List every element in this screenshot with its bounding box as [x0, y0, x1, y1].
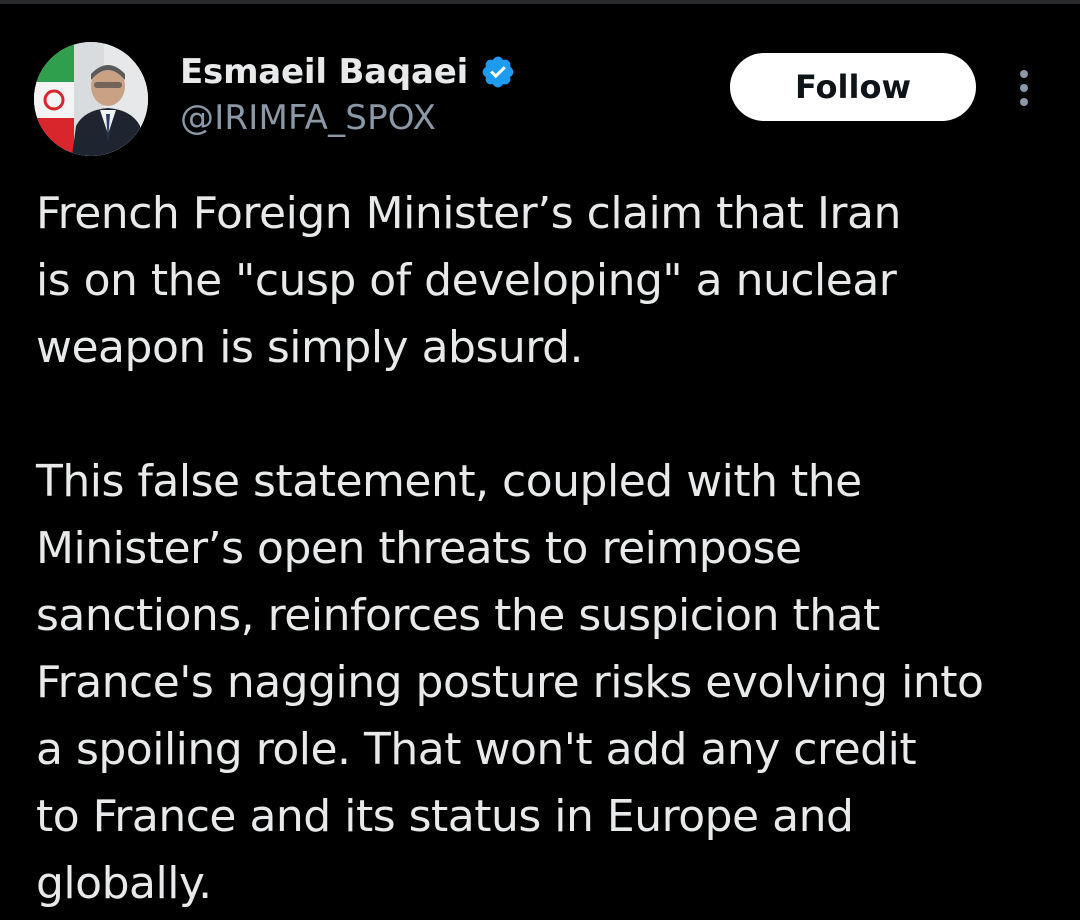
verified-badge-icon — [480, 54, 516, 90]
vertical-ellipsis-icon[interactable] — [1004, 66, 1044, 110]
author-name-row: Esmaeil Baqaei — [180, 50, 516, 94]
tweet-text: French Foreign Minister’s claim that Ira… — [36, 180, 1066, 917]
tweet-line: This false statement, coupled with the — [36, 456, 862, 507]
tweet-paragraph-1: French Foreign Minister’s claim that Ira… — [36, 180, 1066, 381]
tweet-line: globally. — [36, 858, 212, 909]
tweet-line: to France and its status in Europe and — [36, 791, 854, 842]
author-display-name[interactable]: Esmaeil Baqaei — [180, 52, 468, 92]
follow-button[interactable]: Follow — [730, 53, 976, 121]
tweet-line: is on the "cusp of developing" a nuclear — [36, 255, 897, 306]
tweet-line: a spoiling role. That won't add any cred… — [36, 724, 917, 775]
tweet-line: France's nagging posture risks evolving … — [36, 657, 984, 708]
profile-photo-icon — [34, 42, 148, 156]
tweet-line: French Foreign Minister’s claim that Ira… — [36, 188, 901, 239]
avatar[interactable] — [34, 42, 148, 156]
tweet-line: Minister’s open threats to reimpose — [36, 523, 802, 574]
author-handle[interactable]: @IRIMFA_SPOX — [180, 98, 436, 138]
tweet-line: weapon is simply absurd. — [36, 322, 584, 373]
tweet-card: Esmaeil Baqaei @IRIMFA_SPOX Follow Frenc… — [0, 0, 1080, 920]
tweet-line: sanctions, reinforces the suspicion that — [36, 590, 880, 641]
tweet-paragraph-2: This false statement, coupled with the M… — [36, 448, 1066, 917]
